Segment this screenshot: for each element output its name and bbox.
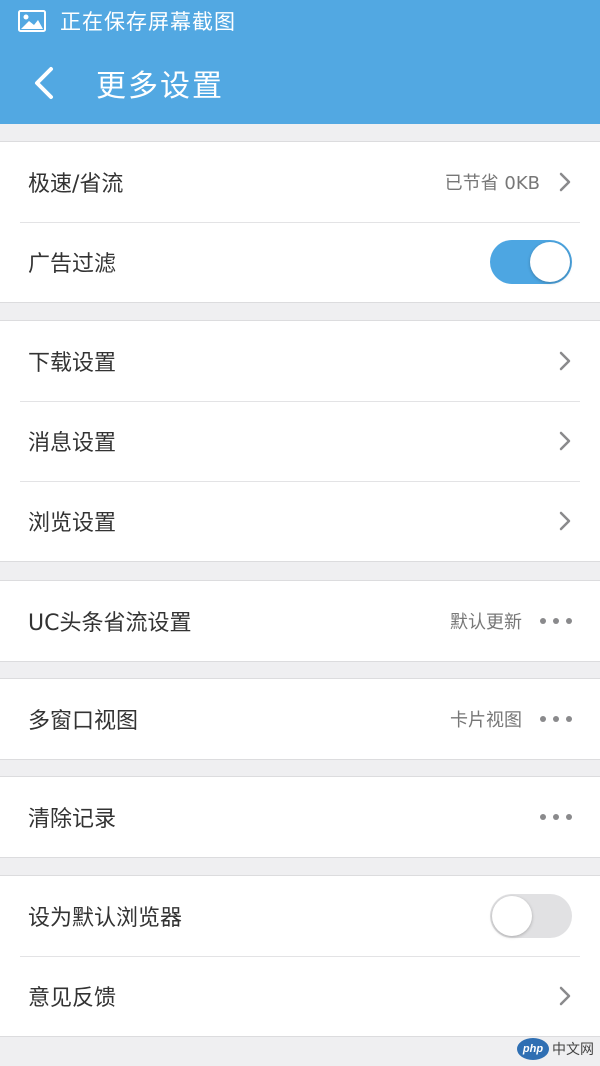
setting-value: 默认更新 <box>450 612 522 633</box>
settings-group-speed: 极速/省流 已节省 0KB 广告过滤 <box>0 141 600 303</box>
setting-row-clear-history[interactable]: 清除记录 <box>0 777 600 857</box>
setting-label: 浏览设置 <box>28 511 117 536</box>
setting-label: 广告过滤 <box>28 252 117 277</box>
more-dot <box>540 618 546 624</box>
status-bar: 正在保存屏幕截图 <box>0 0 600 42</box>
ad-filter-toggle[interactable] <box>490 240 572 284</box>
setting-label: 极速/省流 <box>28 172 124 197</box>
more-icon <box>540 716 572 722</box>
setting-value: 卡片视图 <box>450 710 522 731</box>
watermark-text: 中文网 <box>552 1042 594 1058</box>
setting-row-speed-saver[interactable]: 极速/省流 已节省 0KB <box>0 142 600 222</box>
more-dot <box>553 716 559 722</box>
back-button[interactable] <box>0 42 88 124</box>
toggle-knob <box>530 242 570 282</box>
setting-label: 清除记录 <box>28 807 117 832</box>
setting-row-default-browser: 设为默认浏览器 <box>0 876 600 956</box>
settings-group-other: 设为默认浏览器 意见反馈 <box>0 875 600 1037</box>
setting-label: 消息设置 <box>28 431 117 456</box>
chevron-right-icon <box>559 986 571 1006</box>
more-icon <box>540 814 572 820</box>
setting-value: 已节省 0KB <box>444 173 540 194</box>
chevron-right-icon <box>559 511 571 531</box>
settings-group-windows: 多窗口视图 卡片视图 <box>0 678 600 760</box>
status-text: 正在保存屏幕截图 <box>60 10 236 34</box>
more-dot <box>566 618 572 624</box>
more-dot <box>553 814 559 820</box>
setting-label: 意见反馈 <box>28 986 117 1011</box>
settings-group-headlines: UC头条省流设置 默认更新 <box>0 580 600 662</box>
setting-label: 多窗口视图 <box>28 709 139 734</box>
setting-row-download[interactable]: 下载设置 <box>0 321 600 401</box>
chevron-left-icon <box>35 67 53 99</box>
setting-label: 设为默认浏览器 <box>28 906 183 931</box>
app-header: 正在保存屏幕截图 更多设置 <box>0 0 600 124</box>
setting-row-uc-headlines[interactable]: UC头条省流设置 默认更新 <box>0 581 600 661</box>
chevron-right-icon <box>559 431 571 451</box>
settings-group-general: 下载设置 消息设置 浏览设置 <box>0 320 600 562</box>
setting-label: UC头条省流设置 <box>28 611 192 636</box>
setting-row-messages[interactable]: 消息设置 <box>0 401 600 481</box>
more-icon <box>540 618 572 624</box>
title-bar: 更多设置 <box>0 42 600 124</box>
setting-row-multi-window[interactable]: 多窗口视图 卡片视图 <box>0 679 600 759</box>
default-browser-toggle[interactable] <box>490 894 572 938</box>
setting-label: 下载设置 <box>28 351 117 376</box>
more-dot <box>540 814 546 820</box>
setting-row-browsing[interactable]: 浏览设置 <box>0 481 600 561</box>
toggle-knob <box>492 896 532 936</box>
more-dot <box>540 716 546 722</box>
watermark-logo: php 中文网 <box>517 1036 594 1062</box>
watermark-badge: php <box>517 1038 549 1060</box>
more-dot <box>566 716 572 722</box>
image-icon <box>18 10 46 32</box>
settings-group-clear: 清除记录 <box>0 776 600 858</box>
page-title: 更多设置 <box>96 69 224 104</box>
setting-row-ad-filter: 广告过滤 <box>0 222 600 302</box>
more-dot <box>566 814 572 820</box>
chevron-right-icon <box>559 172 571 192</box>
more-dot <box>553 618 559 624</box>
setting-row-feedback[interactable]: 意见反馈 <box>0 956 600 1036</box>
chevron-right-icon <box>559 351 571 371</box>
